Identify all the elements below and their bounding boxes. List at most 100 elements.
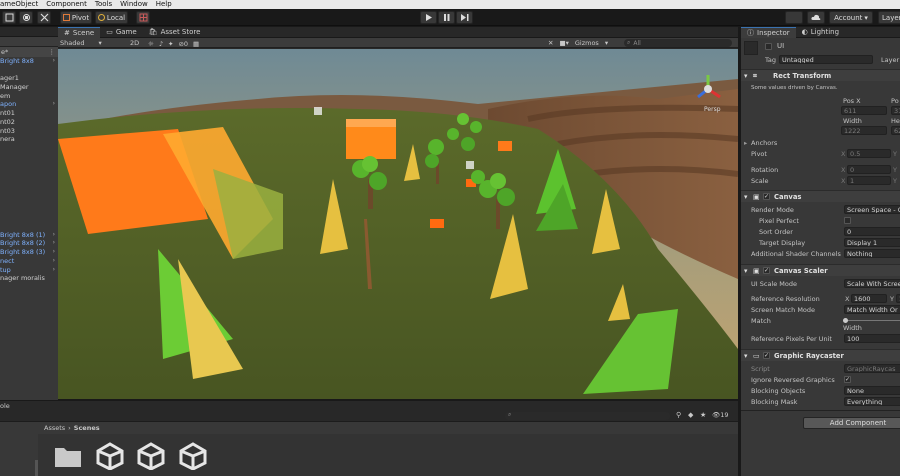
match-slider-track[interactable] (844, 320, 900, 321)
menu-component[interactable]: Component (46, 0, 87, 9)
hierarchy-item[interactable] (0, 196, 58, 205)
menu-help[interactable]: Help (156, 0, 172, 9)
menu-gameobject[interactable]: ameObject (0, 0, 38, 9)
unity-scene-icon[interactable] (95, 442, 125, 470)
graphic-raycaster-header[interactable]: ▾ ▭ ✓ Graphic Raycaster (741, 349, 900, 361)
hierarchy-item[interactable] (0, 161, 58, 170)
tab-game[interactable]: ▭ Game (100, 27, 142, 38)
ui-scale-dropdown[interactable]: Scale With Screen (844, 279, 900, 288)
hierarchy-item[interactable]: nt02 (0, 118, 58, 127)
project-search-input[interactable]: ⌕ (505, 411, 670, 420)
hierarchy-item[interactable] (0, 153, 58, 162)
tab-lighting[interactable]: ◐ Lighting (796, 27, 845, 38)
render-mode-dropdown[interactable]: Screen Space - O (844, 205, 900, 214)
height-field[interactable]: 62 (891, 126, 900, 135)
chevron-right-icon[interactable]: › (53, 248, 55, 257)
width-field[interactable]: 1222 (841, 126, 887, 135)
ref-y-field[interactable]: 1920 (896, 294, 900, 303)
hierarchy-item[interactable]: Bright 8x8 (2) › (0, 239, 58, 248)
label-icon[interactable]: ◆ (688, 411, 693, 419)
cloud-button[interactable] (807, 11, 825, 24)
hierarchy-item[interactable] (0, 222, 58, 231)
chevron-right-icon[interactable]: › (53, 57, 55, 66)
camera-icon[interactable]: ■▾ (559, 39, 568, 47)
tab-asset-store[interactable]: 🛍 Asset Store (143, 27, 207, 38)
gizmos-dropdown[interactable]: Gizmos (575, 39, 599, 47)
2d-toggle[interactable]: 2D (130, 38, 139, 48)
effects-icon[interactable]: ✦ (168, 40, 173, 48)
hierarchy-item[interactable]: Bright 8x8 (1) › (0, 231, 58, 240)
chevron-right-icon[interactable]: › (53, 266, 55, 275)
unity-scene-icon[interactable] (178, 442, 208, 470)
rect-tool-button[interactable] (2, 11, 16, 24)
chevron-right-icon[interactable]: › (53, 231, 55, 240)
unity-scene-icon[interactable] (136, 442, 166, 470)
blocking-mask-dropdown[interactable]: Everything (844, 397, 900, 406)
hierarchy-item[interactable]: apon › (0, 100, 58, 109)
rect-transform-header[interactable]: ▾ ⌗ Rect Transform (741, 69, 900, 81)
sort-order-field[interactable]: 0 (844, 227, 900, 236)
rotation-x-field[interactable]: 0 (847, 165, 891, 174)
menu-window[interactable]: Window (120, 0, 148, 9)
hierarchy-item[interactable]: tup › (0, 266, 58, 275)
blocking-objects-dropdown[interactable]: None (844, 386, 900, 395)
hierarchy-item[interactable]: em (0, 92, 58, 101)
tag-dropdown[interactable]: Untagged (779, 55, 873, 64)
chevron-right-icon[interactable]: › (53, 100, 55, 109)
hidden-objects-icon[interactable]: ⊘0 (178, 40, 188, 48)
pause-button[interactable] (438, 11, 455, 24)
persp-label[interactable]: Persp (704, 106, 721, 113)
transform-tool-button[interactable] (19, 11, 33, 24)
more-options-icon[interactable]: ⋮ (49, 47, 56, 57)
step-button[interactable] (456, 11, 473, 24)
project-folder-tree[interactable] (0, 422, 38, 476)
scale-x-field[interactable]: 1 (847, 176, 891, 185)
hierarchy-scene-row[interactable]: e* ⋮ (0, 47, 58, 57)
canvas-scaler-enabled-checkbox[interactable]: ✓ (763, 267, 770, 274)
pivot-toggle[interactable]: Pivot (60, 11, 92, 24)
canvas-scaler-header[interactable]: ▾ ▣ ✓ Canvas Scaler (741, 264, 900, 276)
favorite-icon[interactable]: ★ (700, 411, 706, 419)
active-checkbox[interactable] (765, 43, 772, 50)
canvas-enabled-checkbox[interactable]: ✓ (763, 193, 770, 200)
breadcrumb-scenes[interactable]: Scenes (74, 424, 100, 432)
raycaster-enabled-checkbox[interactable]: ✓ (763, 352, 770, 359)
console-tab[interactable]: ole (0, 402, 10, 410)
scene-viewport[interactable]: Persp (58, 49, 738, 399)
folder-icon[interactable] (54, 444, 82, 468)
chevron-right-icon[interactable]: › (53, 257, 55, 266)
hierarchy-item[interactable] (0, 179, 58, 188)
shading-dropdown[interactable]: Shaded ▾ (60, 38, 102, 48)
canvas-header[interactable]: ▾ ▣ ✓ Canvas (741, 190, 900, 202)
hierarchy-item[interactable]: Bright 8x8 › (0, 57, 58, 66)
hidden-packages-count[interactable]: 👁19 (712, 411, 729, 419)
account-dropdown[interactable]: Account ▾ (829, 11, 873, 24)
tab-scene[interactable]: # Scene (58, 27, 101, 38)
hierarchy-item[interactable] (0, 170, 58, 179)
collab-button[interactable] (785, 11, 803, 24)
add-component-button[interactable]: Add Component (803, 417, 900, 429)
hierarchy-item[interactable] (0, 144, 58, 153)
hierarchy-item[interactable]: nera (0, 135, 58, 144)
ignore-reversed-checkbox[interactable]: ✓ (844, 376, 851, 383)
search-input[interactable]: ⌕ All (624, 39, 732, 47)
hierarchy-item[interactable]: Bright 8x8 (3) › (0, 248, 58, 257)
anchors-foldout[interactable]: Anchors (751, 138, 777, 148)
hierarchy-item[interactable]: nager moralis (0, 274, 58, 283)
lighting-icon[interactable]: ☼ (148, 40, 154, 48)
hierarchy-item[interactable] (0, 66, 58, 75)
pivot-x-field[interactable]: 0.5 (847, 149, 891, 158)
pixel-perfect-checkbox[interactable] (844, 217, 851, 224)
grid-icon[interactable]: ▦ (193, 40, 199, 48)
hierarchy-item[interactable]: nect › (0, 257, 58, 266)
hierarchy-item[interactable]: nt03 (0, 127, 58, 136)
pos-x-field[interactable]: 611 (841, 106, 887, 115)
tools-icon[interactable]: ✕ (548, 39, 553, 47)
ppu-field[interactable]: 100 (844, 334, 900, 343)
menu-tools[interactable]: Tools (95, 0, 112, 9)
shader-channels-dropdown[interactable]: Nothing (844, 249, 900, 258)
audio-icon[interactable]: ♪ (159, 40, 163, 48)
hierarchy-item[interactable]: nt01 (0, 109, 58, 118)
hierarchy-item[interactable] (0, 205, 58, 214)
hierarchy-item[interactable]: ager1 (0, 74, 58, 83)
